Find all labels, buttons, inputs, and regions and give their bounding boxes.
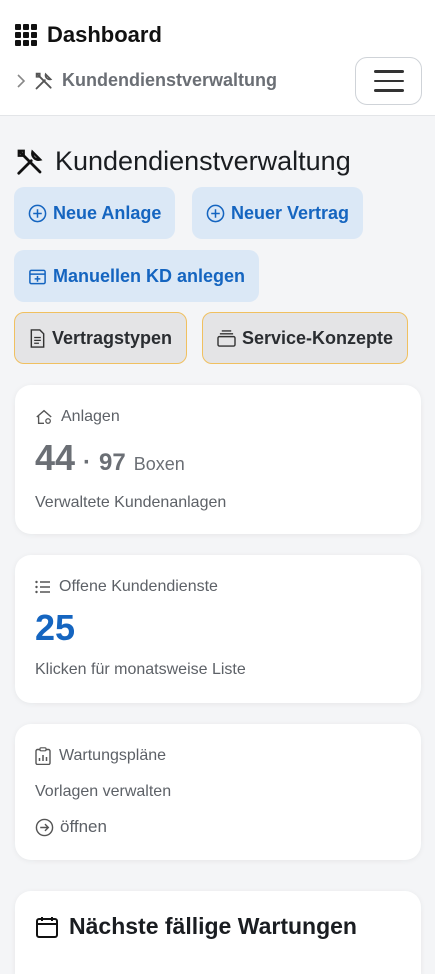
contract-types-button[interactable]: Vertragstypen [14, 312, 188, 364]
tools-icon [17, 149, 43, 175]
separator-dot: · [83, 449, 92, 476]
assets-card-label: Anlagen [35, 408, 120, 426]
breadcrumb[interactable]: Kundendienstverwaltung [16, 70, 277, 91]
maintenance-plans-card-label: Wartungspläne [35, 747, 166, 765]
next-due-card: Nächste fällige Wartungen [15, 891, 421, 974]
open-services-card-label: Offene Kundendienste [35, 578, 218, 596]
assets-card[interactable]: Anlagen 44 · 97 Boxen Verwaltete Kundena… [15, 385, 421, 534]
house-gear-icon [36, 409, 52, 424]
chevron-right-icon [17, 73, 26, 88]
boxes-label: Boxen [133, 454, 185, 474]
maintenance-plans-description: Vorlagen verwalten [35, 783, 172, 800]
tools-icon [35, 72, 53, 89]
plus-circle-icon [206, 204, 225, 222]
brand-title: Dashboard [47, 22, 162, 47]
next-due-heading: Nächste fällige Wartungen [35, 913, 357, 940]
document-icon [30, 328, 45, 348]
assets-stats: 44 · 97 Boxen [35, 437, 185, 479]
assets-count: 44 [35, 437, 76, 478]
plus-circle-icon [28, 204, 47, 222]
open-services-description: Klicken für monatsweise Liste [35, 661, 246, 678]
service-concepts-button[interactable]: Service-Konzepte [202, 312, 409, 364]
brand-link[interactable]: Dashboard [15, 22, 162, 48]
manual-service-button[interactable]: Manuellen KD anlegen [14, 250, 260, 302]
grid-icon [15, 24, 37, 46]
next-due-title: Nächste fällige Wartungen [69, 913, 357, 939]
open-services-count: 25 [35, 607, 76, 648]
open-services-card[interactable]: Offene Kundendienste 25 Klicken für mona… [15, 555, 421, 703]
calendar-icon [36, 916, 58, 938]
maintenance-plans-open-link[interactable]: öffnen [35, 817, 107, 837]
breadcrumb-label: Kundendienstverwaltung [62, 70, 278, 90]
assets-description: Verwaltete Kundenanlagen [35, 494, 227, 511]
page-heading-text: Kundendienstverwaltung [55, 146, 351, 176]
new-asset-button[interactable]: Neue Anlage [14, 187, 176, 239]
hamburger-icon [373, 70, 404, 73]
calendar-plus-icon [29, 269, 46, 284]
list-icon [35, 580, 50, 594]
page-title: Kundendienstverwaltung [15, 146, 351, 177]
arrow-circle-right-icon [35, 818, 54, 836]
hamburger-menu-button[interactable] [355, 57, 422, 105]
new-contract-button[interactable]: Neuer Vertrag [192, 187, 364, 239]
stack-icon [217, 329, 236, 347]
clipboard-chart-icon [35, 747, 51, 765]
top-navbar: Dashboard Kundendienstverwaltung [0, 0, 435, 116]
boxes-count: 97 [99, 449, 126, 476]
maintenance-plans-card[interactable]: Wartungspläne Vorlagen verwalten öffnen [15, 724, 421, 860]
